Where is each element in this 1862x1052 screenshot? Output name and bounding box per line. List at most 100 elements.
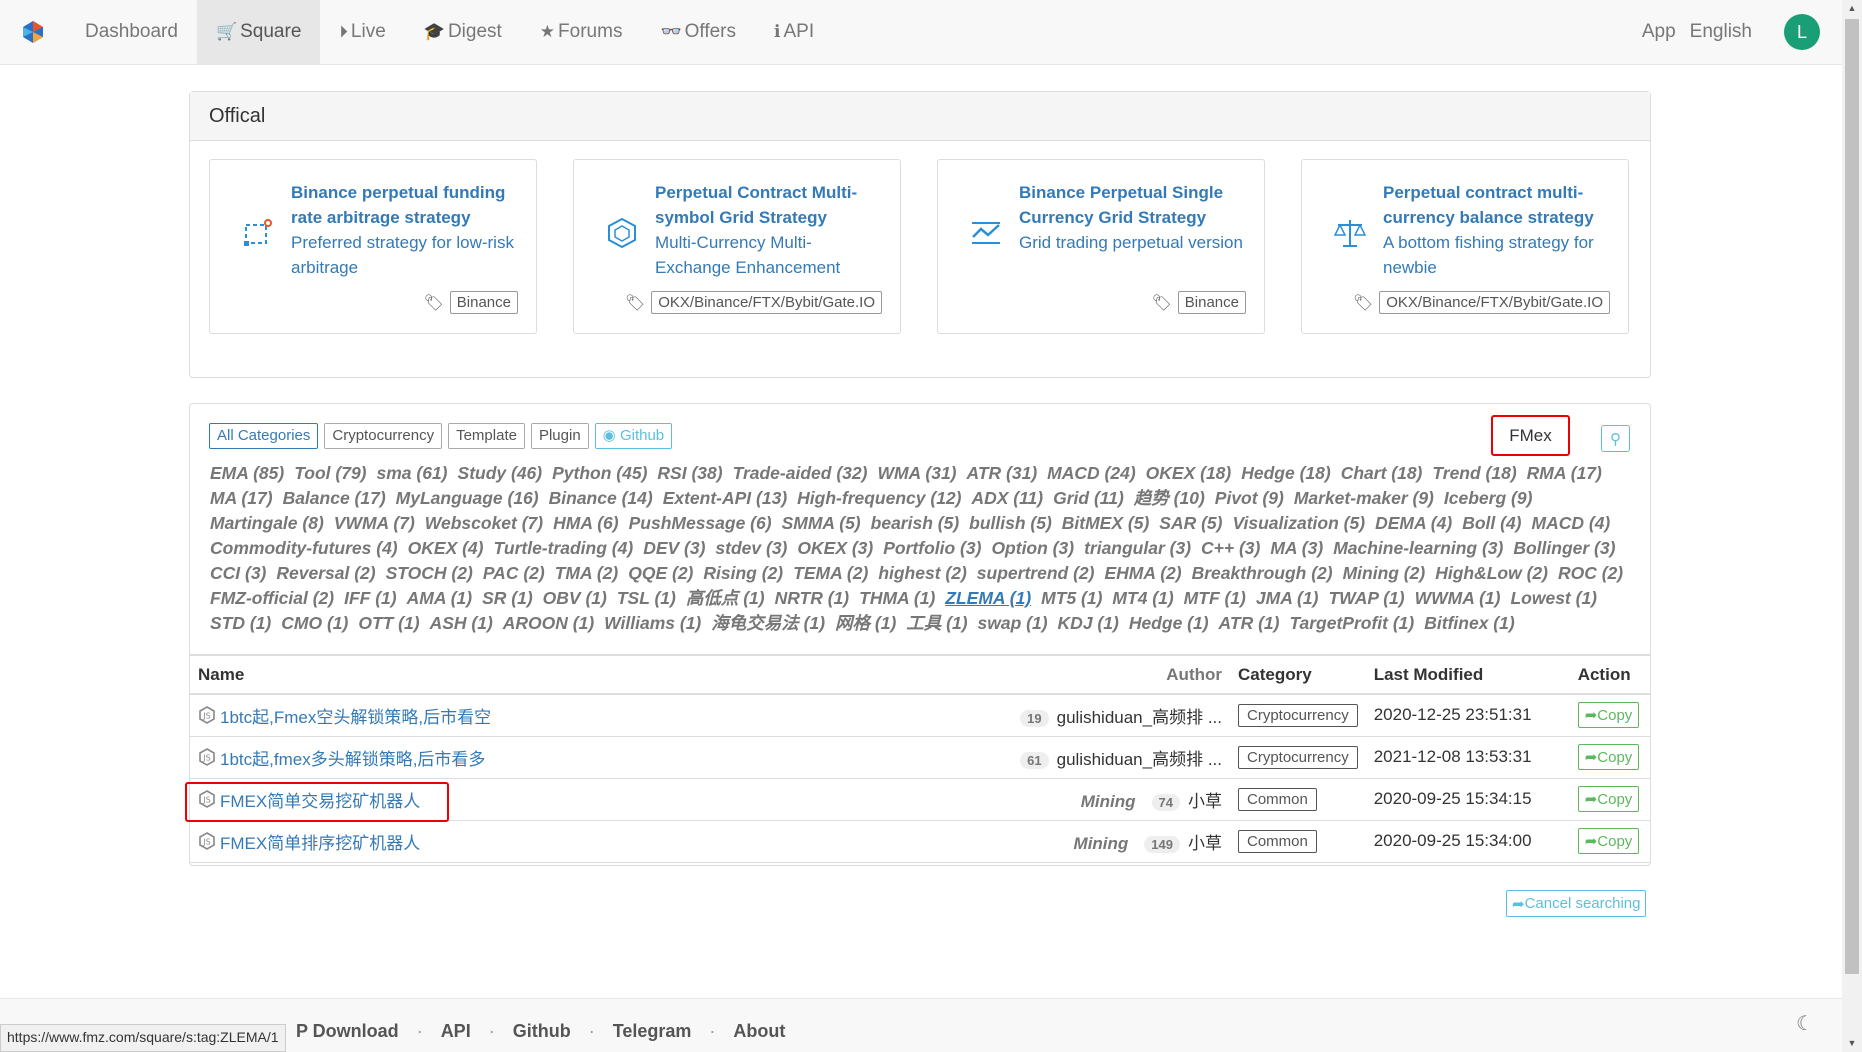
cancel-search-button[interactable]: ➦ Cancel searching: [1506, 890, 1647, 917]
tag-link[interactable]: EMA (85): [210, 461, 284, 486]
tag-link[interactable]: RMA (17): [1527, 461, 1602, 486]
tag-link[interactable]: STD (1): [210, 611, 271, 636]
tag-link[interactable]: Reversal (2): [276, 561, 375, 586]
tag-link[interactable]: STOCH (2): [386, 561, 473, 586]
tag-link[interactable]: OTT (1): [358, 611, 419, 636]
tag-link[interactable]: MTF (1): [1184, 586, 1246, 611]
tag-link[interactable]: bullish (5): [969, 511, 1052, 536]
official-card[interactable]: Binance Perpetual Single Currency Grid S…: [937, 159, 1265, 334]
col-author[interactable]: Author: [950, 654, 1230, 695]
exchange-tag[interactable]: Binance: [1177, 291, 1246, 314]
tag-link[interactable]: Bollinger (3): [1513, 536, 1615, 561]
author-name[interactable]: gulishiduan_高频排 ...: [1057, 708, 1222, 727]
search-button[interactable]: ⚲: [1601, 425, 1630, 452]
tag-link[interactable]: Visualization (5): [1232, 511, 1365, 536]
tag-link[interactable]: ASH (1): [430, 611, 493, 636]
tag-link[interactable]: OBV (1): [543, 586, 607, 611]
tag-link[interactable]: Chart (18): [1341, 461, 1423, 486]
tag-link[interactable]: TSL (1): [617, 586, 676, 611]
col-category[interactable]: Category: [1230, 654, 1366, 695]
tag-link[interactable]: triangular (3): [1084, 536, 1191, 561]
footer-api[interactable]: API: [441, 1021, 471, 1042]
tag-link[interactable]: Hedge (18): [1241, 461, 1330, 486]
footer-github[interactable]: Github: [513, 1021, 571, 1042]
tag-link[interactable]: THMA (1): [859, 586, 935, 611]
tag-link[interactable]: Williams (1): [604, 611, 701, 636]
strategy-name-link[interactable]: 1btc起,Fmex空头解锁策略,后市看空: [220, 703, 491, 728]
tag-link[interactable]: C++ (3): [1201, 536, 1260, 561]
scroll-up-arrow-icon[interactable]: ▲: [1842, 0, 1862, 17]
filter-all-categories[interactable]: All Categories: [209, 423, 319, 449]
tag-link[interactable]: MT4 (1): [1112, 586, 1173, 611]
tag-link[interactable]: HMA (6): [553, 511, 618, 536]
search-input[interactable]: FMex: [1491, 415, 1570, 456]
strategy-name-link[interactable]: 1btc起,fmex多头解锁策略,后市看多: [220, 745, 485, 770]
tag-link[interactable]: Mining (2): [1343, 561, 1426, 586]
tag-link[interactable]: EHMA (2): [1104, 561, 1181, 586]
footer-telegram[interactable]: Telegram: [613, 1021, 692, 1042]
tag-link[interactable]: DEV (3): [643, 536, 705, 561]
nav-forums[interactable]: ★ Forums: [521, 0, 642, 65]
moon-icon[interactable]: ☾: [1796, 1011, 1814, 1036]
nav-offers[interactable]: 👓 Offers: [641, 0, 755, 65]
tag-link[interactable]: highest (2): [878, 561, 966, 586]
author-name[interactable]: 小草: [1188, 792, 1222, 811]
tag-link[interactable]: Extent-API (13): [663, 486, 787, 511]
col-name[interactable]: Name: [190, 654, 950, 695]
author-name[interactable]: 小草: [1188, 834, 1222, 853]
copy-button[interactable]: ➦ Copy: [1577, 786, 1640, 812]
tag-link[interactable]: Webscoket (7): [425, 511, 543, 536]
tag-link[interactable]: bearish (5): [871, 511, 960, 536]
tag-link[interactable]: 网格 (1): [835, 611, 896, 636]
tag-link[interactable]: Trade-aided (32): [733, 461, 868, 486]
tag-link[interactable]: Martingale (8): [210, 511, 324, 536]
tag-link[interactable]: Lowest (1): [1510, 586, 1597, 611]
tag-link[interactable]: swap (1): [978, 611, 1048, 636]
tag-link[interactable]: Turtle-trading (4): [494, 536, 634, 561]
official-card-title[interactable]: Perpetual contract multi-currency balanc…: [1383, 180, 1615, 230]
filter-template[interactable]: Template: [448, 423, 525, 449]
official-card-title[interactable]: Perpetual Contract Multi-symbol Grid Str…: [655, 180, 887, 230]
tag-link[interactable]: OKEX (18): [1146, 461, 1232, 486]
tag-link[interactable]: MyLanguage (16): [396, 486, 539, 511]
tag-link[interactable]: AMA (1): [407, 586, 472, 611]
tag-link[interactable]: 工具 (1): [906, 611, 967, 636]
tag-link[interactable]: 趋势 (10): [1134, 486, 1205, 511]
tag-link[interactable]: Python (45): [552, 461, 647, 486]
tag-link[interactable]: VWMA (7): [334, 511, 415, 536]
tag-link[interactable]: PAC (2): [483, 561, 545, 586]
tag-link[interactable]: OKEX (4): [408, 536, 484, 561]
tag-link[interactable]: Boll (4): [1462, 511, 1521, 536]
tag-link[interactable]: FMZ-official (2): [210, 586, 334, 611]
tag-link[interactable]: stdev (3): [715, 536, 787, 561]
tag-link[interactable]: WMA (31): [877, 461, 956, 486]
tag-link[interactable]: TWAP (1): [1328, 586, 1404, 611]
tag-link[interactable]: SR (1): [482, 586, 533, 611]
tag-link[interactable]: MA (3): [1270, 536, 1323, 561]
exchange-tag[interactable]: Binance: [449, 291, 518, 314]
exchange-tag[interactable]: OKX/Binance/FTX/Bybit/Gate.IO: [651, 291, 882, 314]
nav-square[interactable]: 🛒 Square: [196, 0, 321, 65]
tag-link[interactable]: TargetProfit (1): [1289, 611, 1414, 636]
user-avatar[interactable]: L: [1784, 14, 1820, 50]
nav-live[interactable]: ⏵ Live: [320, 0, 404, 65]
tag-link[interactable]: NRTR (1): [775, 586, 850, 611]
tag-link[interactable]: 海龟交易法 (1): [711, 611, 825, 636]
tag-link[interactable]: Machine-learning (3): [1333, 536, 1503, 561]
col-last-modified[interactable]: Last Modified: [1365, 654, 1570, 695]
tag-link[interactable]: ZLEMA (1): [945, 586, 1031, 611]
official-card[interactable]: Perpetual Contract Multi-symbol Grid Str…: [573, 159, 901, 334]
filter-plugin[interactable]: Plugin: [530, 423, 589, 449]
tag-link[interactable]: MACD (24): [1047, 461, 1135, 486]
tag-link[interactable]: Balance (17): [283, 486, 386, 511]
copy-button[interactable]: ➦ Copy: [1577, 744, 1640, 770]
nav-language[interactable]: English: [1690, 21, 1752, 43]
tag-link[interactable]: KDJ (1): [1058, 611, 1119, 636]
tag-link[interactable]: OKEX (3): [797, 536, 873, 561]
tag-link[interactable]: RSI (38): [657, 461, 722, 486]
nav-dashboard[interactable]: Dashboard: [66, 0, 197, 65]
exchange-tag[interactable]: OKX/Binance/FTX/Bybit/Gate.IO: [1379, 291, 1610, 314]
footer-download[interactable]: P Download: [296, 1021, 399, 1042]
nav-digest[interactable]: 🎓 Digest: [405, 0, 521, 65]
official-card-title[interactable]: Binance Perpetual Single Currency Grid S…: [1019, 180, 1251, 230]
